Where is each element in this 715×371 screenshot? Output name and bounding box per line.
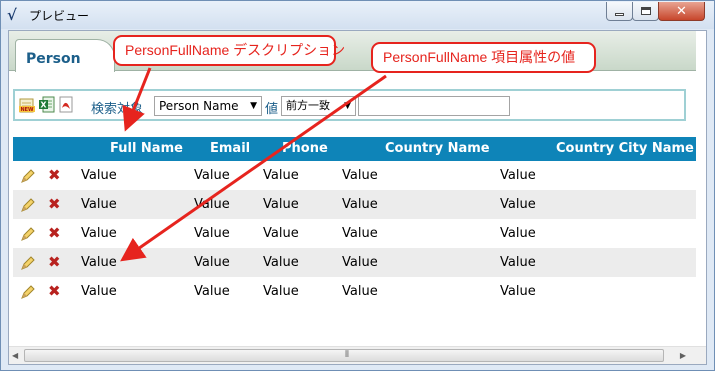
search-field-value: Person Name xyxy=(159,99,239,113)
edit-icon[interactable] xyxy=(20,197,36,213)
table-cell: Value xyxy=(263,226,299,241)
value-label: 値 xyxy=(265,102,279,117)
grip-icon: ⦀ xyxy=(345,350,349,360)
table-cell: Value xyxy=(263,168,299,183)
table-row: ✖ Value Value Value Value Value xyxy=(13,277,706,306)
chevron-down-icon: ▼ xyxy=(344,101,351,111)
title-bar: √ プレビュー ✕ xyxy=(1,1,714,29)
delete-icon[interactable]: ✖ xyxy=(48,224,61,242)
callout-description: PersonFullName デスクリプション xyxy=(113,35,345,66)
column-header-country-name[interactable]: Country Name xyxy=(385,141,490,156)
scroll-right-icon[interactable]: ▶ xyxy=(680,351,686,360)
search-bar: NEW X 検索対象 Person Name ▼ 値 前方一致 ▼ xyxy=(13,89,686,121)
vertical-scrollbar[interactable] xyxy=(696,31,706,341)
table-cell: Value xyxy=(194,197,230,212)
search-field-select[interactable]: Person Name ▼ xyxy=(154,96,262,116)
table-cell: Value xyxy=(500,226,536,241)
table-cell: Value xyxy=(194,168,230,183)
tab-label: Person xyxy=(26,51,81,67)
table-cell: Value xyxy=(81,284,117,299)
table-cell: Value xyxy=(500,284,536,299)
horizontal-scrollbar[interactable]: ◀ ⦀ ▶ xyxy=(9,346,706,364)
search-target-label: 検索対象 xyxy=(91,102,144,117)
excel-icon[interactable]: X xyxy=(39,96,55,113)
table-cell: Value xyxy=(81,197,117,212)
edit-icon[interactable] xyxy=(20,226,36,242)
table-row: ✖ Value Value Value Value Value xyxy=(13,219,706,248)
new-icon[interactable]: NEW xyxy=(19,97,35,113)
table-cell: Value xyxy=(500,255,536,270)
table-row: ✖ Value Value Value Value Value xyxy=(13,248,706,277)
table-row: ✖ Value Value Value Value Value xyxy=(13,161,706,190)
callout-value: PersonFullName 項目属性の値 xyxy=(371,42,596,73)
table-cell: Value xyxy=(342,284,378,299)
table-cell: Value xyxy=(263,284,299,299)
maximize-button[interactable] xyxy=(632,2,659,21)
column-header-country-city-name[interactable]: Country City Name xyxy=(556,141,694,156)
delete-icon[interactable]: ✖ xyxy=(48,282,61,300)
svg-text:X: X xyxy=(40,101,47,110)
table-cell: Value xyxy=(342,255,378,270)
table-cell: Value xyxy=(81,226,117,241)
grid-header: Full Name Email Phone Country Name Count… xyxy=(13,137,706,161)
delete-icon[interactable]: ✖ xyxy=(48,253,61,271)
tab-person[interactable]: Person xyxy=(15,39,115,72)
column-header-phone[interactable]: Phone xyxy=(282,141,328,156)
grid-body: ✖ Value Value Value Value Value ✖ Value Value Val… xyxy=(13,161,706,306)
close-button[interactable]: ✕ xyxy=(658,2,705,21)
table-cell: Value xyxy=(263,197,299,212)
search-value-input[interactable] xyxy=(358,96,510,116)
edit-icon[interactable] xyxy=(20,168,36,184)
delete-icon[interactable]: ✖ xyxy=(48,166,61,184)
edit-icon[interactable] xyxy=(20,255,36,271)
table-cell: Value xyxy=(500,197,536,212)
table-cell: Value xyxy=(263,255,299,270)
match-operator-value: 前方一致 xyxy=(286,99,330,112)
scroll-left-icon[interactable]: ◀ xyxy=(12,351,18,360)
match-operator-select[interactable]: 前方一致 ▼ xyxy=(281,96,356,116)
close-icon: ✕ xyxy=(676,3,687,19)
person-grid: Full Name Email Phone Country Name Count… xyxy=(13,137,706,306)
table-cell: Value xyxy=(81,168,117,183)
window-title: プレビュー xyxy=(29,9,90,23)
table-cell: Value xyxy=(342,226,378,241)
preview-window: √ プレビュー ✕ Person NEW X 検索対象 Person Name … xyxy=(0,0,715,371)
maximize-icon xyxy=(640,7,651,15)
pdf-icon[interactable] xyxy=(58,96,74,113)
svg-text:NEW: NEW xyxy=(20,107,34,113)
client-area: Person NEW X 検索対象 Person Name ▼ 値 前方一致 ▼… xyxy=(8,30,707,365)
chevron-down-icon: ▼ xyxy=(250,101,257,111)
table-cell: Value xyxy=(81,255,117,270)
table-row: ✖ Value Value Value Value Value xyxy=(13,190,706,219)
table-cell: Value xyxy=(500,168,536,183)
app-icon: √ xyxy=(7,6,17,24)
table-cell: Value xyxy=(342,197,378,212)
column-header-email[interactable]: Email xyxy=(210,141,250,156)
scroll-thumb[interactable]: ⦀ xyxy=(24,349,664,362)
delete-icon[interactable]: ✖ xyxy=(48,195,61,213)
table-cell: Value xyxy=(342,168,378,183)
table-cell: Value xyxy=(194,226,230,241)
minimize-button[interactable] xyxy=(606,2,633,21)
minimize-icon xyxy=(615,12,624,16)
table-cell: Value xyxy=(194,255,230,270)
edit-icon[interactable] xyxy=(20,284,36,300)
column-header-full-name[interactable]: Full Name xyxy=(110,141,183,156)
table-cell: Value xyxy=(194,284,230,299)
